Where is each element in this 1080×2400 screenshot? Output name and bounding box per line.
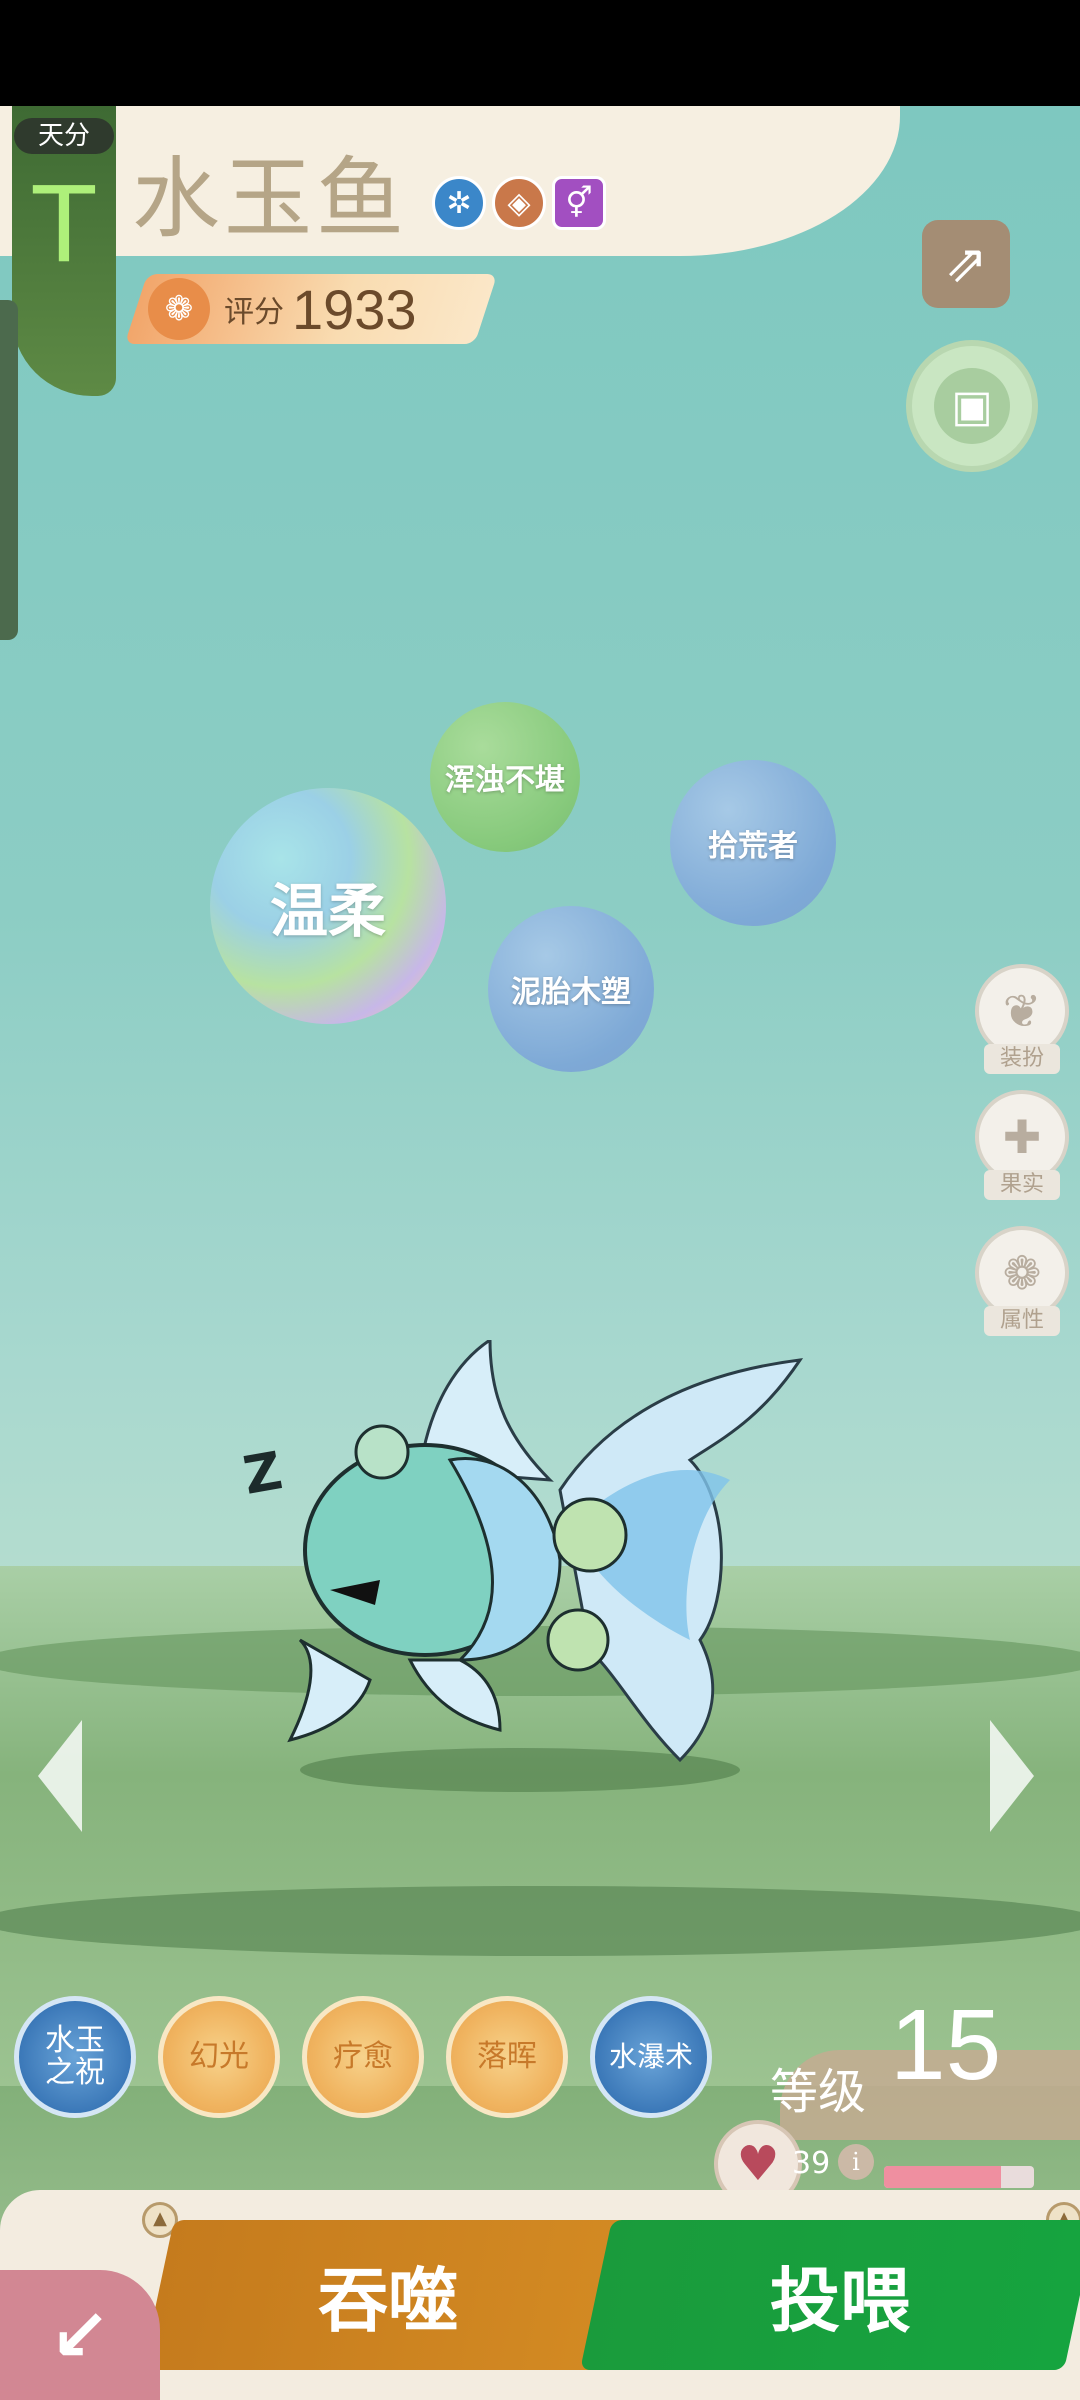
score-display: ❁ 评分 1933 [136, 274, 486, 344]
skill-waterfall[interactable]: 水瀑术 [590, 1996, 712, 2118]
health-bar-fill [884, 2166, 1001, 2188]
devour-button[interactable]: 吞噬 [158, 2220, 618, 2370]
trait-bubble-gentle[interactable]: 温柔 [210, 788, 446, 1024]
skill-label: 落晖 [477, 2039, 537, 2074]
health-value: 39 [792, 2146, 831, 2181]
skill-label: 幻光 [189, 2039, 249, 2074]
dressup-label: 装扮 [984, 1044, 1060, 1074]
lock-button[interactable]: ▣ [906, 340, 1038, 472]
fruit-button[interactable]: ✚ 果实 [975, 1090, 1069, 1200]
skill-water-blessing[interactable]: 水玉 之祝 [14, 1996, 136, 2118]
score-value: 1933 [292, 277, 417, 341]
attributes-label: 属性 [984, 1306, 1060, 1336]
previous-pet-arrow[interactable] [38, 1720, 82, 1832]
attributes-button[interactable]: ❁ 属性 [975, 1226, 1069, 1336]
back-button[interactable]: ↙ [0, 2270, 160, 2400]
share-icon: ⇗ [944, 234, 988, 294]
dressup-button[interactable]: ❦ 装扮 [975, 964, 1069, 1074]
skill-label: 水玉 之祝 [45, 2023, 105, 2090]
water-element-icon: ✲ [432, 176, 486, 230]
trait-bubble-murky[interactable]: 浑浊不堪 [430, 702, 580, 852]
grass-band [0, 1886, 1080, 1956]
water-jade-fish-creature[interactable] [260, 1340, 820, 1800]
fruit-label: 果实 [984, 1170, 1060, 1200]
tier-letter: T [30, 162, 98, 285]
health-bar [884, 2166, 1034, 2188]
return-icon: ↙ [49, 2293, 111, 2377]
paw-icon: ❁ [148, 278, 210, 340]
level-value: 15 [890, 1989, 1002, 2101]
gender-icon: ⚥ [552, 176, 606, 230]
tier-label: 天分 [14, 118, 114, 154]
skill-illusion-light[interactable]: 幻光 [158, 1996, 280, 2118]
skill-heal[interactable]: 疗愈 [302, 1996, 424, 2118]
pet-name: 水玉鱼 [132, 147, 409, 250]
trait-bubble-clay[interactable]: 泥胎木塑 [488, 906, 654, 1072]
ground-element-icon: ◈ [492, 176, 546, 230]
share-button[interactable]: ⇗ [922, 220, 1010, 308]
info-icon[interactable]: i [838, 2144, 874, 2180]
skill-label: 水瀑术 [608, 2040, 693, 2073]
skill-sunset[interactable]: 落晖 [446, 1996, 568, 2118]
attribute-badges: ✲ ◈ ⚥ [432, 176, 606, 230]
skill-label: 疗愈 [333, 2039, 393, 2074]
score-label: 评分 [224, 295, 284, 330]
trait-bubble-scavenger[interactable]: 拾荒者 [670, 760, 836, 926]
lock-icon: ▣ [934, 368, 1010, 444]
level-label: 等级 [770, 2064, 867, 2120]
next-pet-arrow[interactable] [990, 1720, 1034, 1832]
drawer-handle[interactable] [0, 300, 18, 640]
tier-card[interactable]: 天分 T [12, 106, 116, 396]
feed-button[interactable]: 投喂 [620, 2220, 1060, 2370]
